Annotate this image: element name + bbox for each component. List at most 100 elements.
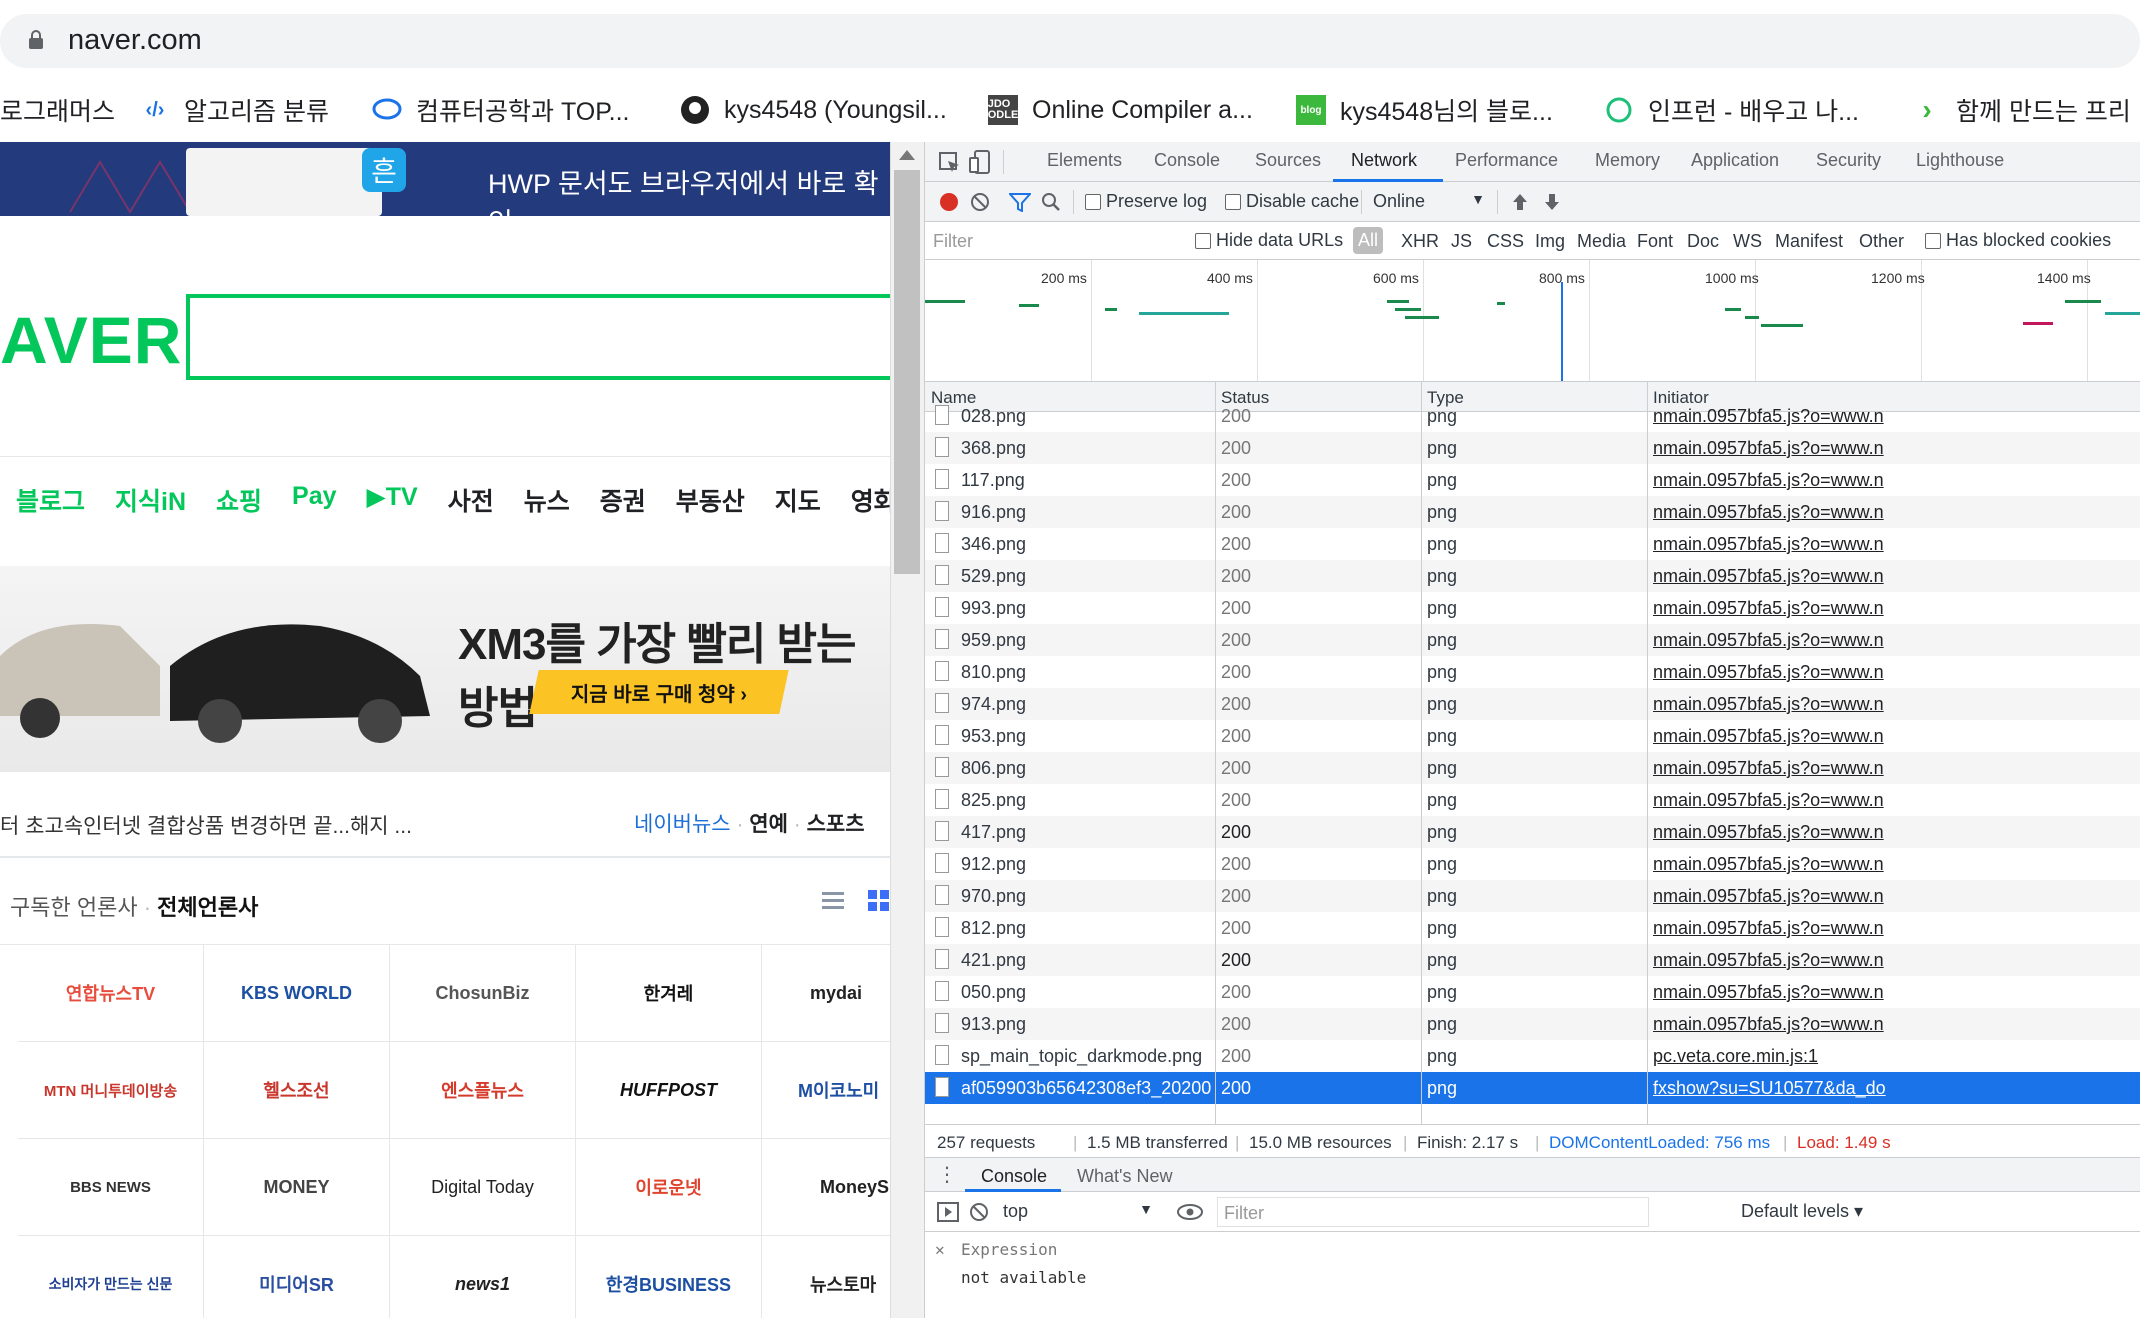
type-filter-ws[interactable]: WS: [1733, 231, 1762, 252]
request-initiator[interactable]: nmain.0957bfa5.js?o=www.n: [1653, 1014, 2140, 1035]
throttle-select[interactable]: Online ▼: [1373, 191, 1485, 212]
bookmark-programmers[interactable]: 로그래머스: [0, 90, 115, 130]
request-row[interactable]: 953.png 200 png nmain.0957bfa5.js?o=www.n: [925, 720, 2140, 752]
press-kbsworld[interactable]: KBS WORLD: [204, 945, 390, 1042]
nav-tv[interactable]: ▶TV: [367, 482, 418, 518]
bookmark-blog[interactable]: blog kys4548님의 블로...: [1296, 90, 1553, 130]
nav-news[interactable]: 뉴스: [524, 482, 570, 518]
scroll-up-arrow-icon[interactable]: [899, 150, 915, 160]
type-filter-css[interactable]: CSS: [1487, 231, 1524, 252]
request-initiator[interactable]: nmain.0957bfa5.js?o=www.n: [1653, 918, 2140, 939]
request-initiator[interactable]: nmain.0957bfa5.js?o=www.n: [1653, 406, 2140, 427]
type-filter-img[interactable]: Img: [1535, 231, 1565, 252]
search-input[interactable]: [186, 294, 890, 380]
request-initiator[interactable]: nmain.0957bfa5.js?o=www.n: [1653, 502, 2140, 523]
request-initiator[interactable]: nmain.0957bfa5.js?o=www.n: [1653, 598, 2140, 619]
nav-kin[interactable]: 지식iN: [115, 482, 186, 518]
request-initiator[interactable]: nmain.0957bfa5.js?o=www.n: [1653, 662, 2140, 683]
bookmark-algorithm[interactable]: ‹/› 알고리즘 분류: [140, 90, 329, 130]
press-yonhaptv[interactable]: 연합뉴스TV: [18, 945, 204, 1042]
type-filter-media[interactable]: Media: [1577, 231, 1626, 252]
request-row[interactable]: 912.png 200 png nmain.0957bfa5.js?o=www.n: [925, 848, 2140, 880]
type-filter-js[interactable]: JS: [1451, 231, 1472, 252]
filter-input[interactable]: Filter: [929, 226, 1179, 254]
bookmark-github[interactable]: kys4548 (Youngsil...: [680, 90, 947, 130]
request-initiator[interactable]: nmain.0957bfa5.js?o=www.n: [1653, 438, 2140, 459]
press-mydaily[interactable]: mydai: [762, 945, 890, 1042]
request-row[interactable]: 993.png 200 png nmain.0957bfa5.js?o=www.n: [925, 592, 2140, 624]
request-initiator[interactable]: nmain.0957bfa5.js?o=www.n: [1653, 758, 2140, 779]
drawer-tab-whats-new[interactable]: What's New: [1077, 1166, 1172, 1187]
request-initiator[interactable]: nmain.0957bfa5.js?o=www.n: [1653, 534, 2140, 555]
request-row[interactable]: 913.png 200 png nmain.0957bfa5.js?o=www.n: [925, 1008, 2140, 1040]
type-filter-manifest[interactable]: Manifest: [1775, 231, 1843, 252]
request-row[interactable]: 417.png 200 png nmain.0957bfa5.js?o=www.n: [925, 816, 2140, 848]
press-hankyoreh[interactable]: 한겨레: [576, 945, 762, 1042]
request-row[interactable]: 825.png 200 png nmain.0957bfa5.js?o=www.n: [925, 784, 2140, 816]
inspect-element-icon[interactable]: [939, 152, 961, 174]
bookmark-inflearn[interactable]: 인프런 - 배우고 나...: [1604, 90, 1859, 130]
checkbox-box[interactable]: [1085, 194, 1101, 211]
has-blocked-cookies-checkbox[interactable]: Has blocked cookies: [1925, 230, 2111, 251]
expression-label[interactable]: Expression: [961, 1240, 1057, 1259]
request-initiator[interactable]: nmain.0957bfa5.js?o=www.n: [1653, 886, 2140, 907]
request-initiator[interactable]: nmain.0957bfa5.js?o=www.n: [1653, 790, 2140, 811]
checkbox-box[interactable]: [1925, 233, 1941, 250]
bookmark-free[interactable]: › 함께 만드는 프리: [1912, 90, 2131, 130]
close-icon[interactable]: ✕: [935, 1240, 945, 1259]
press-digitaltoday[interactable]: Digital Today: [390, 1139, 576, 1236]
type-filter-xhr[interactable]: XHR: [1401, 231, 1439, 252]
request-initiator[interactable]: nmain.0957bfa5.js?o=www.n: [1653, 566, 2140, 587]
tab-all-press[interactable]: 전체언론사: [157, 895, 258, 920]
request-initiator[interactable]: nmain.0957bfa5.js?o=www.n: [1653, 726, 2140, 747]
context-select[interactable]: top ▼: [1003, 1201, 1153, 1222]
export-har-icon[interactable]: [1543, 192, 1561, 212]
record-icon[interactable]: [939, 192, 959, 212]
request-initiator[interactable]: pc.veta.core.min.js:1: [1653, 1046, 2140, 1067]
import-har-icon[interactable]: [1511, 192, 1529, 212]
request-row[interactable]: sp_main_topic_darkmode.png 200 png pc.veta.…: [925, 1040, 2140, 1072]
tab-elements[interactable]: Elements: [1047, 150, 1122, 171]
type-filter-all[interactable]: All: [1353, 227, 1384, 254]
tab-application[interactable]: Application: [1691, 150, 1779, 171]
eye-icon[interactable]: [1177, 1204, 1203, 1220]
tab-performance[interactable]: Performance: [1455, 150, 1558, 171]
clear-console-icon[interactable]: [969, 1202, 989, 1222]
url-text[interactable]: naver.com: [68, 24, 202, 57]
checkbox-box[interactable]: [1195, 233, 1211, 250]
press-nsp[interactable]: 엔스플뉴스: [390, 1042, 576, 1139]
request-row[interactable]: af059903b65642308ef3_202006241732501... 2…: [925, 1072, 2140, 1104]
press-eroun[interactable]: 이로운넷: [576, 1139, 762, 1236]
press-bbs[interactable]: BBS NEWS: [18, 1139, 204, 1236]
network-overview-timeline[interactable]: 200 ms 400 ms 600 ms 800 ms 1000 ms 1200…: [925, 260, 2140, 382]
search-icon[interactable]: [1041, 192, 1061, 212]
request-row[interactable]: 916.png 200 png nmain.0957bfa5.js?o=www.n: [925, 496, 2140, 528]
request-initiator[interactable]: nmain.0957bfa5.js?o=www.n: [1653, 950, 2140, 971]
press-hkbusiness[interactable]: 한경BUSINESS: [576, 1236, 762, 1318]
link-entertainment[interactable]: 연예: [749, 813, 788, 836]
nav-shopping[interactable]: 쇼핑: [216, 482, 262, 518]
nav-map[interactable]: 지도: [775, 482, 821, 518]
request-row[interactable]: 346.png 200 png nmain.0957bfa5.js?o=www.n: [925, 528, 2140, 560]
tab-network[interactable]: Network: [1351, 150, 1417, 171]
clear-icon[interactable]: [970, 192, 990, 212]
press-news1[interactable]: news1: [390, 1236, 576, 1318]
log-levels-select[interactable]: Default levels ▾: [1741, 1201, 1863, 1222]
naver-logo[interactable]: AVER: [0, 302, 182, 378]
press-mecononews[interactable]: M이코노미: [762, 1042, 890, 1139]
omnibox[interactable]: [0, 14, 2140, 68]
request-initiator[interactable]: nmain.0957bfa5.js?o=www.n: [1653, 822, 2140, 843]
sidebar-toggle-icon[interactable]: [937, 1202, 959, 1222]
nav-blog[interactable]: 블로그: [16, 482, 85, 518]
type-filter-font[interactable]: Font: [1637, 231, 1673, 252]
preserve-log-checkbox[interactable]: Preserve log: [1085, 191, 1207, 212]
nav-movie[interactable]: 영화: [851, 482, 890, 518]
device-toolbar-icon[interactable]: [969, 150, 991, 174]
request-row[interactable]: 028.png 200 png nmain.0957bfa5.js?o=www.n: [925, 400, 2140, 432]
drawer-menu-icon[interactable]: ⋮: [937, 1162, 957, 1187]
request-row[interactable]: 810.png 200 png nmain.0957bfa5.js?o=www.n: [925, 656, 2140, 688]
press-money[interactable]: MONEY: [204, 1139, 390, 1236]
top-banner[interactable]: 흔 HWP 문서도 브라우저에서 바로 확인: [0, 142, 890, 216]
request-row[interactable]: 974.png 200 png nmain.0957bfa5.js?o=www.n: [925, 688, 2140, 720]
type-filter-doc[interactable]: Doc: [1687, 231, 1719, 252]
